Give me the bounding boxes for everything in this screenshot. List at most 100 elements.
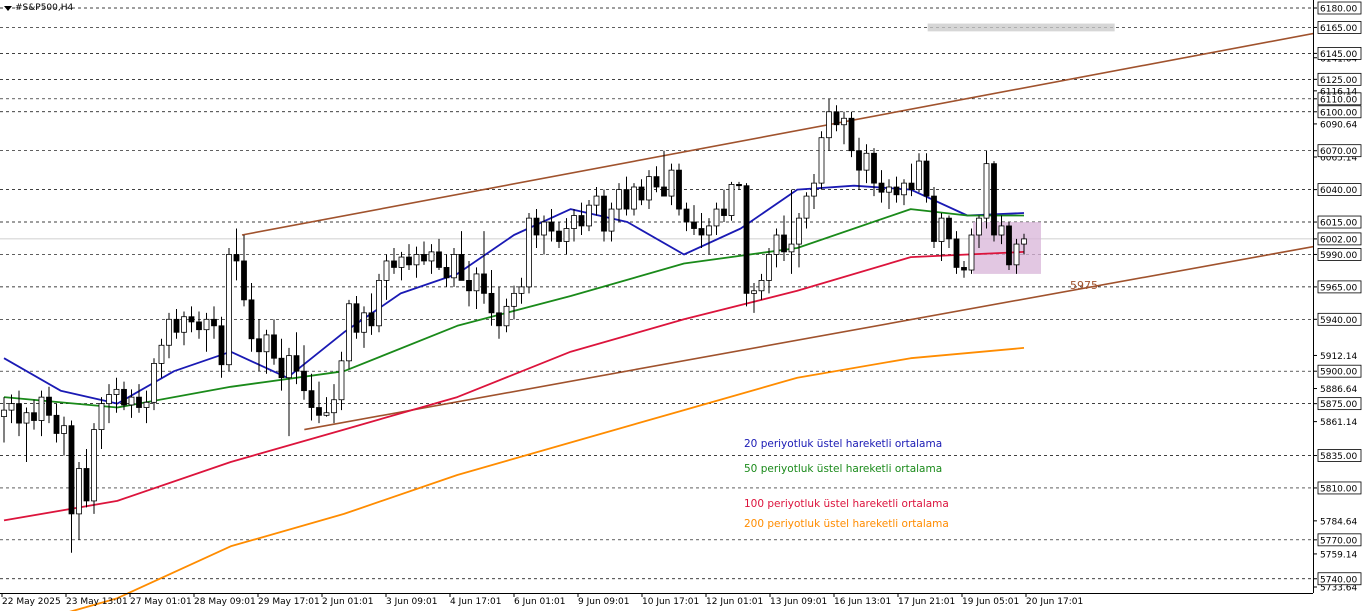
candle-body <box>953 238 960 268</box>
candle-body <box>196 321 202 331</box>
candle-body <box>61 425 67 434</box>
candle-body <box>91 429 97 502</box>
y-tick-label: 5770.00 <box>1320 536 1357 546</box>
candle-body <box>188 316 195 323</box>
candle-body <box>1013 243 1020 266</box>
candle-body <box>53 414 60 434</box>
x-tick-label: 27 May 01:01 <box>130 597 192 607</box>
x-tick-label: 16 Jun 13:01 <box>834 597 891 607</box>
candle-body <box>173 318 180 333</box>
candle-body <box>488 292 495 314</box>
candle-body <box>541 221 547 236</box>
annotations: 5975 <box>1070 279 1098 292</box>
y-tick-label: 5784.64 <box>1320 517 1357 527</box>
x-tick-label: 10 Jun 17:01 <box>642 597 699 607</box>
candle-body <box>203 318 210 331</box>
candle-body <box>8 403 15 411</box>
x-tick-label: 9 Jun 09:01 <box>578 597 629 607</box>
candle-body <box>646 176 652 201</box>
y-tick-label: 6180.00 <box>1320 5 1357 15</box>
candle-body <box>983 163 990 219</box>
candle-body <box>166 318 172 346</box>
candle-body <box>556 230 562 242</box>
candle-body <box>263 334 270 353</box>
candle <box>991 161 997 242</box>
candle-body <box>353 303 360 333</box>
y-tick-label: 5990.00 <box>1320 251 1357 261</box>
candle-body <box>863 152 870 171</box>
candle-body <box>136 396 142 408</box>
candle <box>848 111 855 158</box>
y-tick-label: 6165.00 <box>1320 24 1357 34</box>
candle-body <box>961 267 967 271</box>
candle-body <box>803 195 810 219</box>
candle-body <box>713 208 720 227</box>
symbol-text: #S&P500,H4 <box>15 3 74 13</box>
candle-body <box>788 243 795 253</box>
chart-background <box>0 0 1362 611</box>
candle-body <box>923 160 930 197</box>
candle-body <box>98 403 105 430</box>
candle-body <box>811 182 817 197</box>
candle-body <box>413 254 420 266</box>
candle-body <box>593 195 600 206</box>
candle-body <box>886 186 892 193</box>
candle-body <box>256 338 262 353</box>
candle-body <box>878 182 885 193</box>
candle-body <box>571 215 577 229</box>
x-tick-label: 28 May 09:01 <box>194 597 256 607</box>
x-tick-label: 22 May 2025 <box>2 597 61 607</box>
candle-body <box>946 217 952 240</box>
candle-body <box>383 260 390 281</box>
dropdown-triangle-icon[interactable] <box>4 5 12 11</box>
candle-body <box>631 186 637 210</box>
candle-body <box>668 169 675 197</box>
candle-body <box>226 254 232 366</box>
candle-body <box>871 152 877 184</box>
candle-body <box>533 217 540 236</box>
candle <box>923 153 930 203</box>
candle-body <box>376 280 382 327</box>
candle-body <box>76 468 82 515</box>
candle <box>968 228 975 274</box>
candle-body <box>443 267 450 279</box>
candle-body <box>158 344 165 364</box>
candle-body <box>563 228 570 242</box>
y-tick-label: 6015.00 <box>1320 219 1357 229</box>
candle-body <box>421 254 427 262</box>
y-tick-label: 6116.14 <box>1320 87 1357 97</box>
legend-entry: 20 periyotluk üstel hareketli ortalama <box>744 438 942 450</box>
candle-body <box>181 316 187 333</box>
x-tick-label: 12 Jun 01:01 <box>706 597 763 607</box>
y-tick-label: 6090.64 <box>1320 120 1357 130</box>
price-chart[interactable]: 5975 20 periyotluk üstel hareketli ortal… <box>0 0 1362 611</box>
candle-body <box>451 254 457 279</box>
y-tick-label: 5810.00 <box>1320 484 1357 494</box>
legend-entry: 100 periyotluk üstel hareketli ortalama <box>744 498 949 510</box>
y-tick-label: 5861.14 <box>1320 418 1357 428</box>
candle-body <box>83 468 90 502</box>
candle-body <box>608 208 615 232</box>
symbol-label[interactable]: #S&P500,H4 <box>4 3 73 13</box>
candle-body <box>248 299 255 340</box>
candle-body <box>743 185 750 294</box>
candle-body <box>458 254 465 281</box>
candle-body <box>601 195 607 232</box>
y-tick-label: 5835.00 <box>1320 452 1357 462</box>
candle-body <box>916 160 922 191</box>
candle-body <box>143 401 150 408</box>
candle-body <box>391 260 397 268</box>
y-tick-label: 5886.64 <box>1320 385 1357 395</box>
candle-body <box>826 111 832 139</box>
candle-body <box>286 355 292 379</box>
candle-body <box>751 290 757 294</box>
candle-body <box>796 217 802 245</box>
candle-body <box>676 169 682 210</box>
candle <box>91 423 97 514</box>
candle-body <box>16 403 22 424</box>
candle <box>1006 222 1012 271</box>
candle-body <box>968 234 975 271</box>
candle <box>743 183 750 307</box>
y-tick-label: 5940.00 <box>1320 316 1357 326</box>
candle-body <box>121 388 127 406</box>
